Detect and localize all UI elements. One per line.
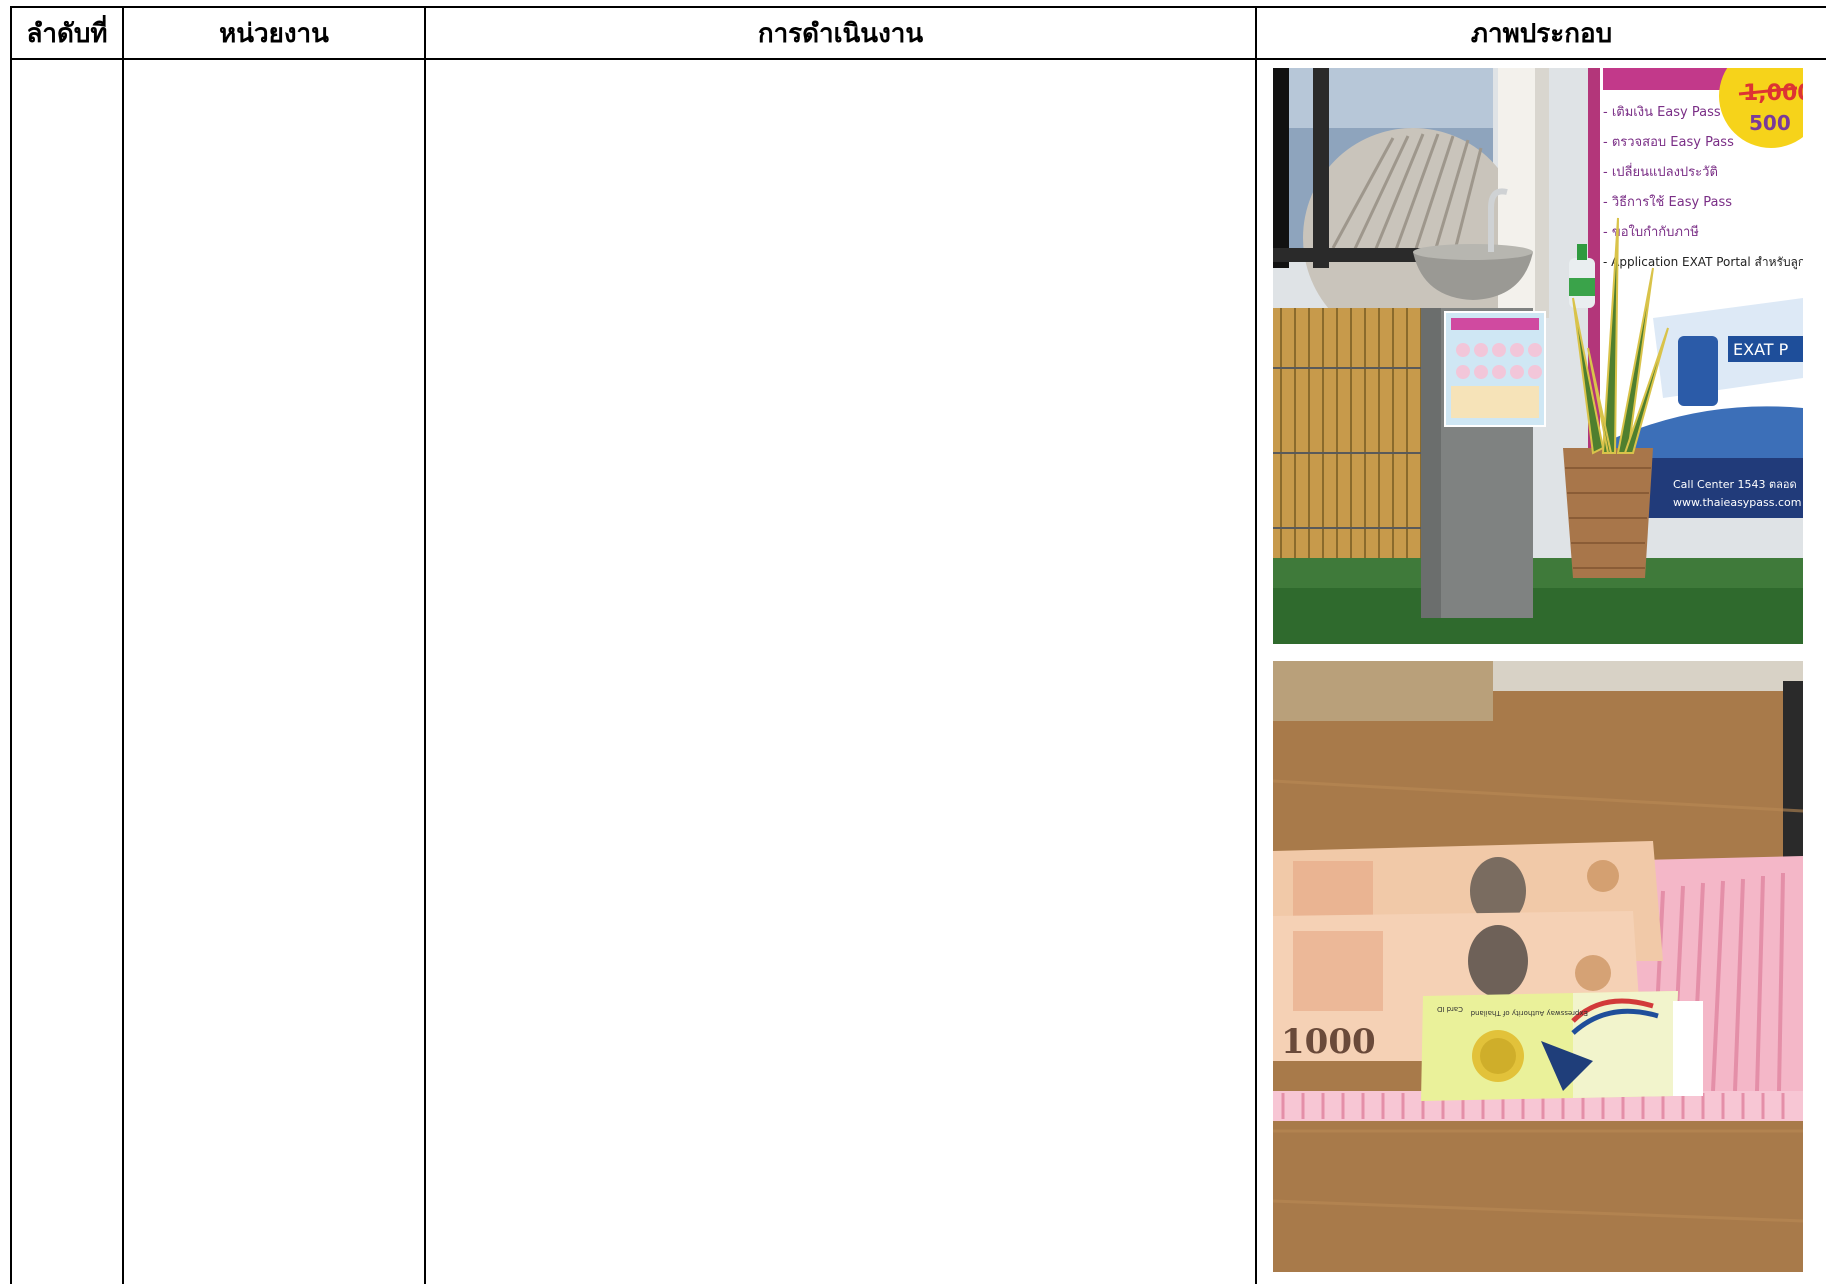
header-order: ลำดับที่: [10, 6, 124, 60]
sign-line-1: - เติมเงิน Easy Pass: [1603, 105, 1721, 120]
header-photos: ภาพประกอบ: [1255, 6, 1826, 60]
sign-line-2: - ตรวจสอบ Easy Pass: [1603, 135, 1734, 150]
sign-line-3: - เปลี่ยนแปลงประวัติ: [1603, 163, 1718, 180]
sign-line-4: - วิธีการใช้ Easy Pass: [1603, 194, 1732, 210]
photo-handwash-station: 1,000 500 - เติมเงิน Easy Pass - ตรวจสอบ…: [1273, 68, 1803, 644]
sign-website: www.thaieasypass.com: [1673, 496, 1801, 509]
photo-banknotes-basket: 1000 Expressway Authority of Thailand Ca…: [1273, 661, 1803, 1272]
card-authority: Expressway Authority of Thailand: [1471, 1009, 1588, 1017]
banknote-value: 1000: [1281, 1022, 1376, 1062]
cell-unit: [122, 58, 426, 1284]
header-unit: หน่วยงาน: [122, 6, 426, 60]
sign-line-6: - Application EXAT Portal สำหรับลูกค้า E…: [1603, 255, 1803, 270]
cell-operation: [424, 58, 1257, 1284]
table-row: 1,000 500 - เติมเงิน Easy Pass - ตรวจสอบ…: [10, 58, 1826, 1284]
table-header-row: ลำดับที่ หน่วยงาน การดำเนินงาน ภาพประกอบ: [10, 6, 1826, 60]
card-label: Card ID: [1437, 1005, 1463, 1013]
header-operation: การดำเนินงาน: [424, 6, 1257, 60]
sign-price-new: 500: [1749, 111, 1791, 135]
cell-order: [10, 58, 124, 1284]
operations-table: ลำดับที่ หน่วยงาน การดำเนินงาน ภาพประกอบ: [10, 6, 1826, 1284]
sign-call-center: Call Center 1543 ตลอด: [1673, 478, 1797, 491]
sign-exat-banner: EXAT P: [1733, 340, 1789, 359]
cell-photos: 1,000 500 - เติมเงิน Easy Pass - ตรวจสอบ…: [1255, 58, 1826, 1284]
